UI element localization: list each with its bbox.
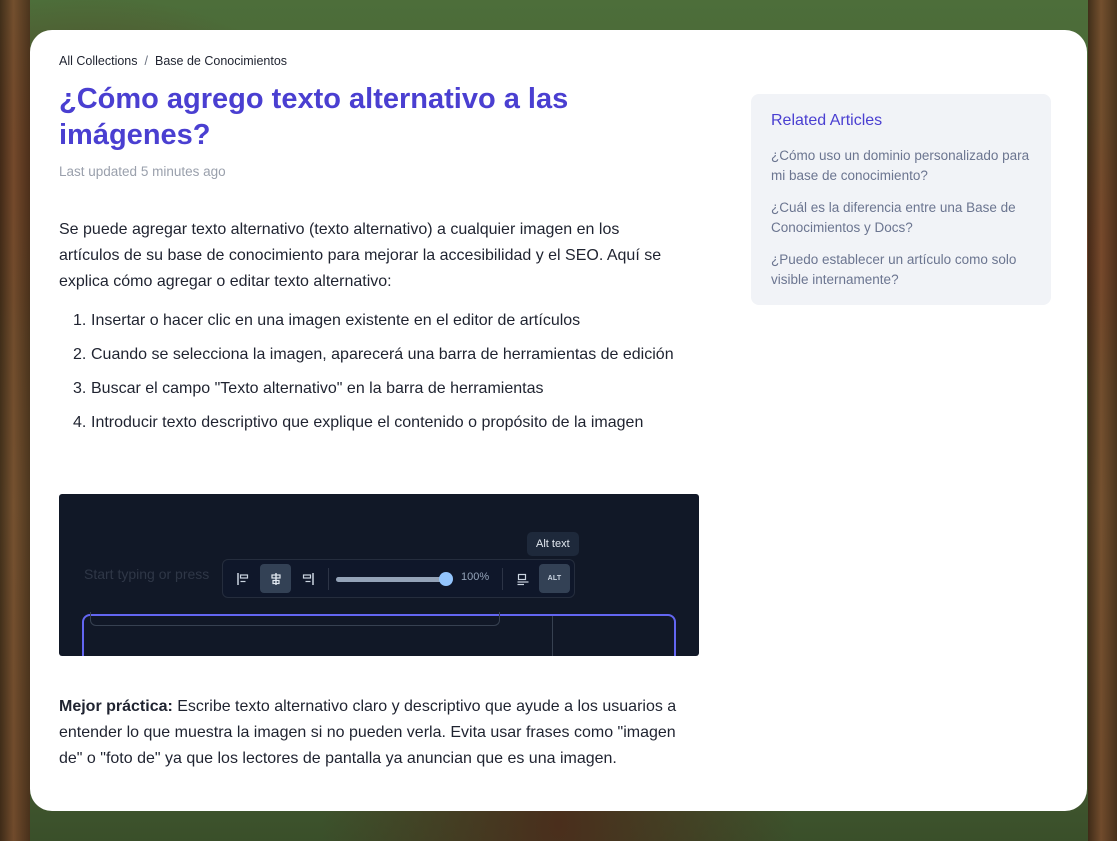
last-updated: Last updated 5 minutes ago: [59, 164, 226, 179]
toolbar-divider: [502, 568, 503, 590]
best-practice-note: Mejor práctica: Escribe texto alternativ…: [59, 694, 699, 772]
image-toolbar: 100% ALT: [222, 559, 575, 598]
breadcrumb-current[interactable]: Base de Conocimientos: [155, 54, 287, 68]
align-right-icon: [302, 572, 314, 585]
image-caption-box: [90, 612, 500, 626]
article-card: All Collections / Base de Conocimientos …: [30, 30, 1087, 811]
slider-thumb[interactable]: [439, 572, 453, 586]
align-right-button[interactable]: [292, 564, 323, 593]
step-number: 2.: [73, 346, 87, 363]
step-text: Introducir texto descriptivo que expliqu…: [91, 414, 644, 431]
editor-placeholder: Start typing or press: [84, 566, 210, 582]
step-text: Cuando se selecciona la imagen, aparecer…: [91, 346, 674, 363]
selected-image-frame: [82, 612, 676, 656]
wrap-text-icon: [517, 573, 528, 585]
toolbar-divider: [328, 568, 329, 590]
list-item: 4. Introducir texto descriptivo que expli…: [59, 410, 689, 436]
related-article-link[interactable]: ¿Puedo establecer un artículo como solo …: [771, 250, 1031, 290]
related-article-link[interactable]: ¿Cuál es la diferencia entre una Base de…: [771, 198, 1031, 238]
align-left-button[interactable]: [227, 564, 258, 593]
align-left-icon: [236, 572, 248, 585]
list-item: 2. Cuando se selecciona la imagen, aparec…: [59, 342, 689, 368]
related-articles-heading: Related Articles: [771, 112, 883, 129]
alt-text-tooltip: Alt text: [527, 532, 579, 556]
slider-fill: [336, 577, 446, 582]
step-number: 1.: [73, 312, 87, 329]
align-center-button[interactable]: [260, 564, 291, 593]
article-intro: Se puede agregar texto alternativo (text…: [59, 221, 662, 290]
zoom-level: 100%: [461, 571, 490, 583]
breadcrumb: All Collections / Base de Conocimientos: [59, 54, 287, 68]
image-size-slider[interactable]: [336, 577, 446, 582]
steps-list: 1. Insertar o hacer clic en una imagen ex…: [59, 308, 689, 444]
step-text: Insertar o hacer clic en una imagen exis…: [91, 312, 581, 329]
related-article-link[interactable]: ¿Cómo uso un dominio personalizado para …: [771, 146, 1031, 186]
background-trunk-left: [0, 0, 30, 841]
wrap-text-button[interactable]: [507, 564, 538, 593]
list-item: 1. Insertar o hacer clic en una imagen ex…: [59, 308, 689, 334]
alt-text-icon: ALT: [547, 575, 562, 582]
best-practice-label: Mejor práctica:: [59, 698, 173, 715]
breadcrumb-all-collections[interactable]: All Collections: [59, 54, 138, 68]
editor-screenshot: Start typing or press Alt text 100% ALT: [59, 494, 699, 656]
step-text: Buscar el campo "Texto alternativo" en l…: [91, 380, 544, 397]
step-number: 3.: [73, 380, 87, 397]
page-title: ¿Cómo agrego texto alternativo a las imá…: [59, 83, 569, 151]
image-divider: [552, 616, 553, 656]
breadcrumb-separator: /: [144, 54, 148, 68]
align-center-icon: [270, 572, 281, 585]
step-number: 4.: [73, 414, 87, 431]
related-articles-panel: Related Articles ¿Cómo uso un dominio pe…: [751, 94, 1051, 305]
background-trunk-right: [1088, 0, 1117, 841]
alt-text-button[interactable]: ALT: [539, 564, 570, 593]
list-item: 3. Buscar el campo "Texto alternativo" en…: [59, 376, 689, 402]
